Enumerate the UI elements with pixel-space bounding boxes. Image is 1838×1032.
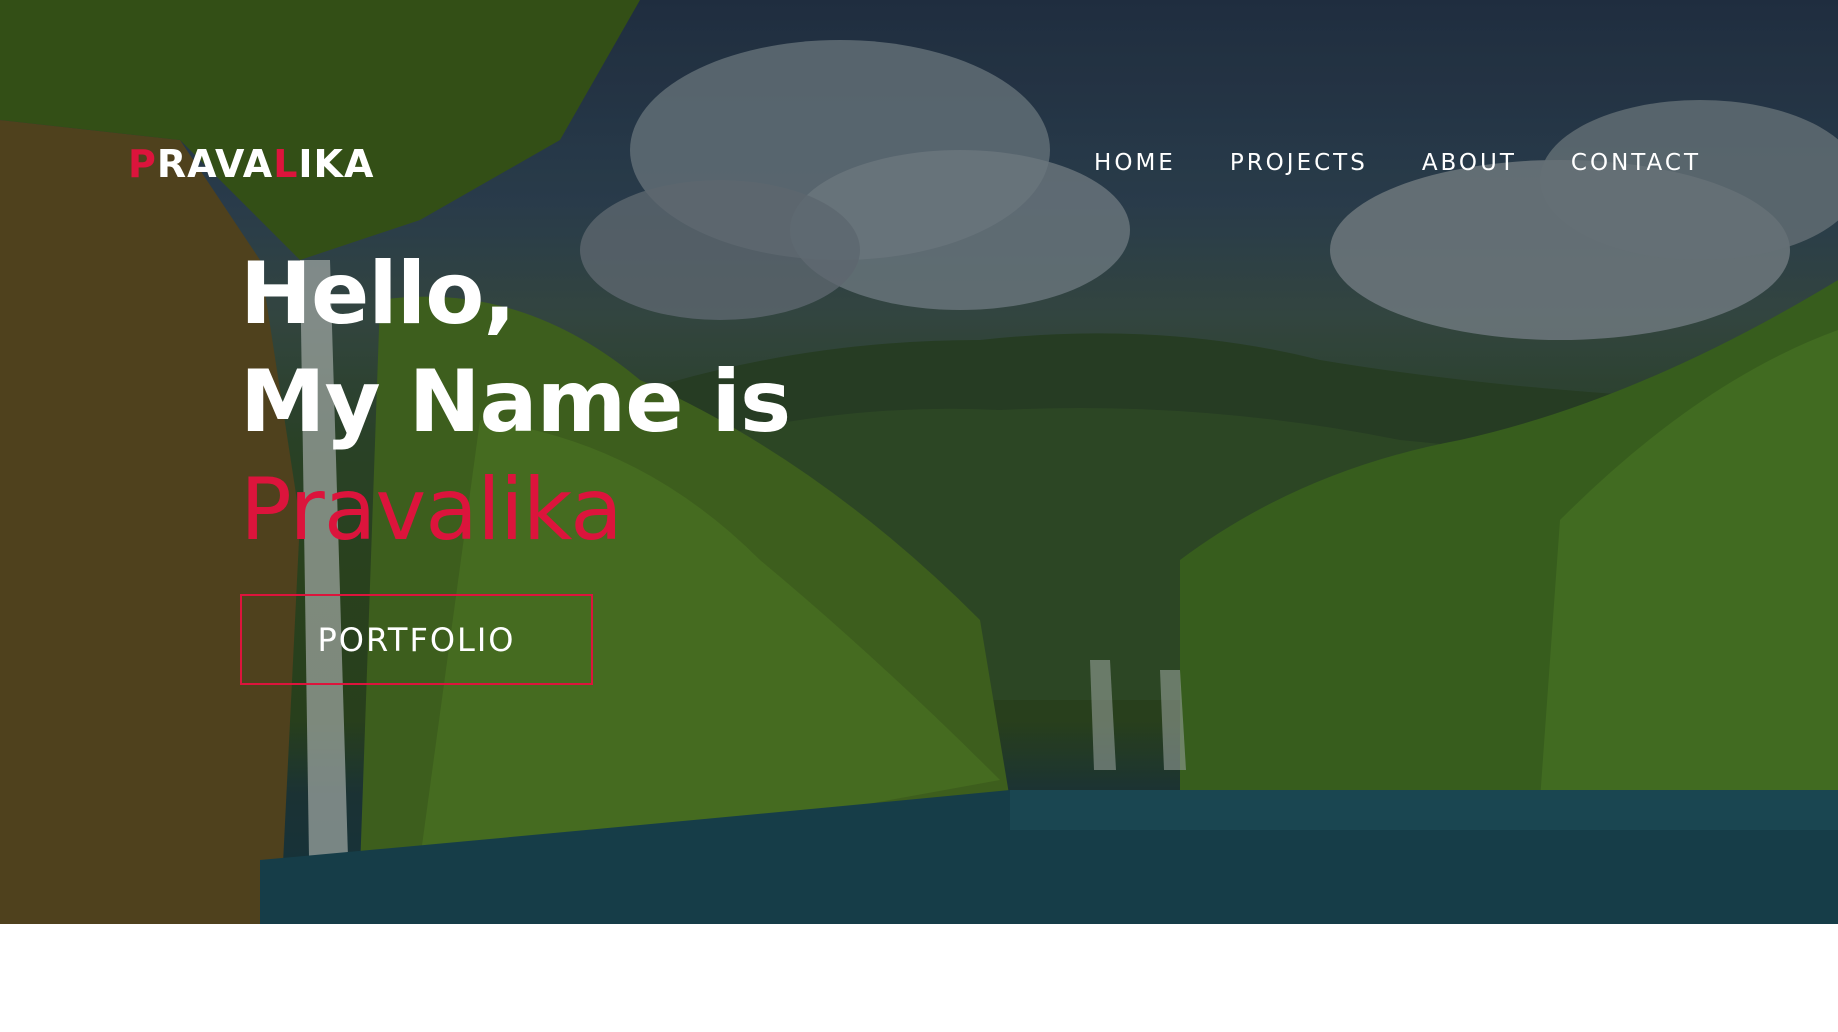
main-nav: HOME PROJECTS ABOUT CONTACT bbox=[1040, 150, 1701, 176]
nav-item-home[interactable]: HOME bbox=[1094, 150, 1176, 176]
logo-letter-accent: P bbox=[128, 142, 157, 186]
logo-letter-accent: L bbox=[273, 142, 299, 186]
portfolio-button[interactable]: PORTFOLIO bbox=[240, 594, 593, 685]
hero-heading: Hello, My Name is Pravalika bbox=[240, 240, 791, 564]
nav-item-about[interactable]: ABOUT bbox=[1422, 150, 1517, 176]
brand-logo[interactable]: PRAVALIKA bbox=[128, 142, 374, 186]
greeting-line: Hello, bbox=[240, 244, 516, 344]
hero-name: Pravalika bbox=[240, 460, 623, 560]
nav-item-contact[interactable]: CONTACT bbox=[1571, 150, 1701, 176]
intro-line: My Name is bbox=[240, 352, 791, 452]
logo-text: RAVA bbox=[156, 142, 274, 186]
content-area bbox=[0, 924, 1838, 1032]
nav-item-projects[interactable]: PROJECTS bbox=[1230, 150, 1368, 176]
logo-text: IKA bbox=[298, 142, 375, 186]
hero-section: PRAVALIKA HOME PROJECTS ABOUT CONTACT He… bbox=[0, 0, 1838, 924]
